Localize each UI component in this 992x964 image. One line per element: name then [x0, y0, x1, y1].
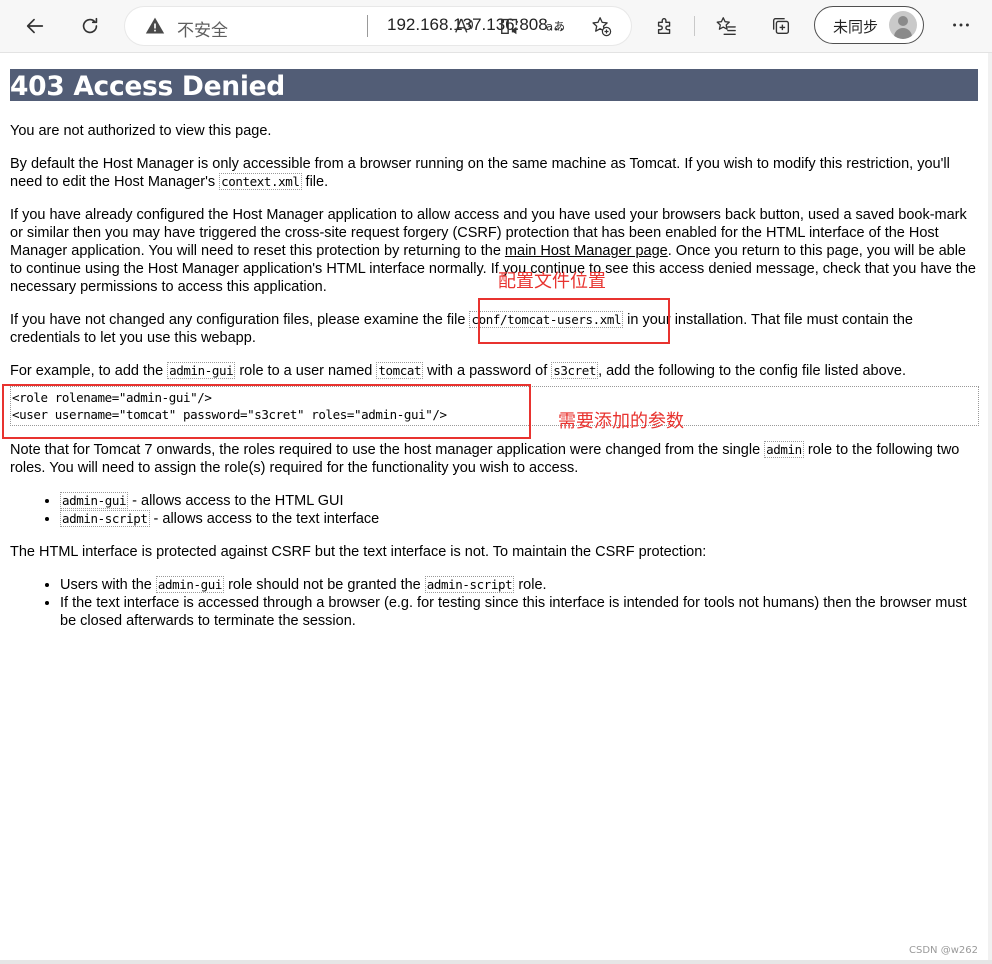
paragraph-example: For example, to add the admin-gui role t…	[10, 362, 906, 379]
code-s3cret: s3cret	[551, 362, 599, 379]
profile-sync-label: 未同步	[833, 18, 879, 36]
collections-icon	[772, 17, 790, 35]
toolbar-divider	[694, 16, 695, 36]
warning-icon[interactable]	[145, 16, 165, 36]
code-role-name: admin-script	[60, 510, 150, 527]
roles-list: admin-gui - allows access to the HTML GU…	[10, 492, 978, 528]
paragraph-default-access: By default the Host Manager is only acce…	[10, 156, 950, 190]
config-file-annotation: 配置文件位置	[498, 271, 606, 292]
star-add-icon	[592, 17, 612, 37]
url-text[interactable]: 192.168.137.136:8080/host-manager/html	[387, 15, 567, 35]
list-item: admin-script - allows access to the text…	[60, 510, 978, 528]
watermark: CSDN @w262	[909, 945, 978, 956]
code-admin-gui: admin-gui	[167, 362, 236, 379]
paragraph-csrf-explanation: If you have already configured the Host …	[10, 207, 976, 295]
bottom-edge	[0, 960, 992, 964]
avatar	[889, 11, 917, 39]
translate-button[interactable]: aあ	[543, 13, 569, 39]
read-aloud-button[interactable]	[451, 13, 477, 39]
code-role-name: admin-gui	[60, 492, 129, 509]
csrf-list: Users with the admin-gui role should not…	[10, 576, 978, 630]
code-tomcat: tomcat	[376, 362, 424, 379]
back-button[interactable]	[17, 8, 53, 44]
list-item: admin-gui - allows access to the HTML GU…	[60, 492, 978, 510]
read-aloud-icon	[455, 18, 473, 33]
page-content: 403 Access Denied You are not authorized…	[10, 69, 979, 630]
extensions-button[interactable]	[647, 8, 683, 44]
address-separator	[367, 15, 368, 37]
collections-button[interactable]	[763, 8, 799, 44]
favorites-list-icon	[716, 17, 736, 35]
puzzle-icon	[657, 18, 671, 35]
back-arrow-icon	[26, 18, 44, 34]
params-annotation: 需要添加的参数	[558, 411, 684, 432]
address-bar[interactable]: 不安全 192.168.137.136:8080/host-manager/ht…	[125, 7, 631, 45]
list-item: If the text interface is accessed throug…	[60, 594, 978, 630]
favorites-button[interactable]	[708, 8, 744, 44]
svg-text:aあ: aあ	[546, 20, 565, 34]
code-admin: admin	[764, 441, 804, 458]
reload-button[interactable]	[72, 8, 108, 44]
profile-button[interactable]: 未同步	[814, 6, 924, 44]
settings-menu-button[interactable]	[946, 10, 976, 40]
immersive-reader-button[interactable]	[497, 13, 523, 39]
scrollbar-track[interactable]	[988, 53, 992, 960]
code-admin-gui: admin-gui	[155, 576, 225, 593]
browser-toolbar: 不安全 192.168.137.136:8080/host-manager/ht…	[0, 0, 992, 53]
paragraph-tomcat7-note: Note that for Tomcat 7 onwards, the role…	[10, 441, 960, 476]
paragraph-csrf-protection: The HTML interface is protected against …	[10, 544, 707, 560]
security-label[interactable]: 不安全	[177, 16, 228, 41]
config-file-highlight-box	[478, 298, 670, 344]
paragraph-not-authorized: You are not authorized to view this page…	[10, 123, 272, 139]
code-context-xml: context.xml	[219, 173, 302, 190]
reload-icon	[82, 17, 98, 34]
translate-icon: aあ	[546, 20, 565, 34]
params-highlight-box	[2, 384, 531, 439]
code-admin-script: admin-script	[424, 576, 515, 593]
main-host-manager-link[interactable]: main Host Manager page	[505, 243, 668, 259]
page-title: 403 Access Denied	[10, 69, 978, 102]
more-dots-icon	[953, 23, 969, 27]
list-item: Users with the admin-gui role should not…	[60, 576, 978, 594]
add-favorite-button[interactable]	[588, 13, 614, 39]
immersive-reader-icon	[501, 18, 518, 35]
